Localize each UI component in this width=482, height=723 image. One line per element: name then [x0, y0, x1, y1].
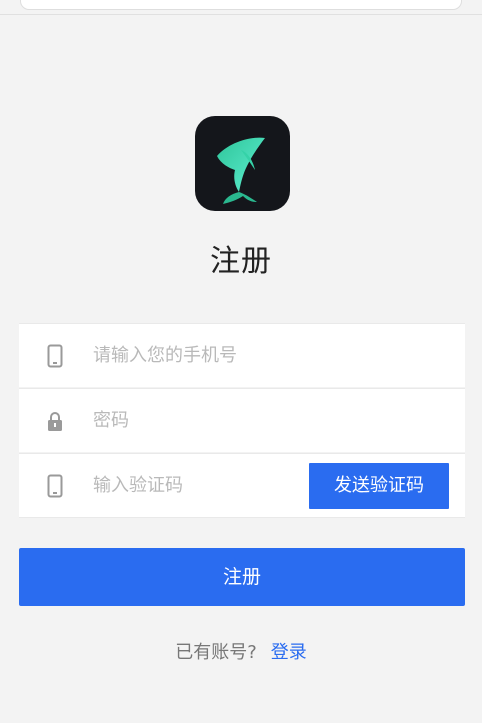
send-code-button[interactable]: 发送验证码	[309, 463, 449, 509]
fish-logo-icon	[217, 137, 265, 204]
lock-icon	[48, 412, 62, 431]
register-form: 发送验证码	[19, 323, 465, 519]
phone-row	[19, 323, 465, 387]
phone-input[interactable]	[93, 324, 433, 387]
phone-icon	[47, 344, 63, 368]
code-row: 发送验证码	[19, 453, 465, 518]
verification-code-input[interactable]	[93, 454, 293, 517]
login-link[interactable]: 登录	[271, 642, 307, 663]
top-bar	[0, 0, 482, 15]
address-bar[interactable]	[20, 0, 462, 10]
phone-icon	[47, 474, 63, 498]
password-row	[19, 388, 465, 452]
login-prompt: 已有账号? 登录	[0, 638, 482, 664]
page-title: 注册	[210, 244, 272, 279]
password-input[interactable]	[93, 389, 433, 452]
app-logo	[195, 116, 290, 211]
register-button[interactable]: 注册	[19, 548, 465, 606]
has-account-text: 已有账号?	[175, 642, 257, 663]
